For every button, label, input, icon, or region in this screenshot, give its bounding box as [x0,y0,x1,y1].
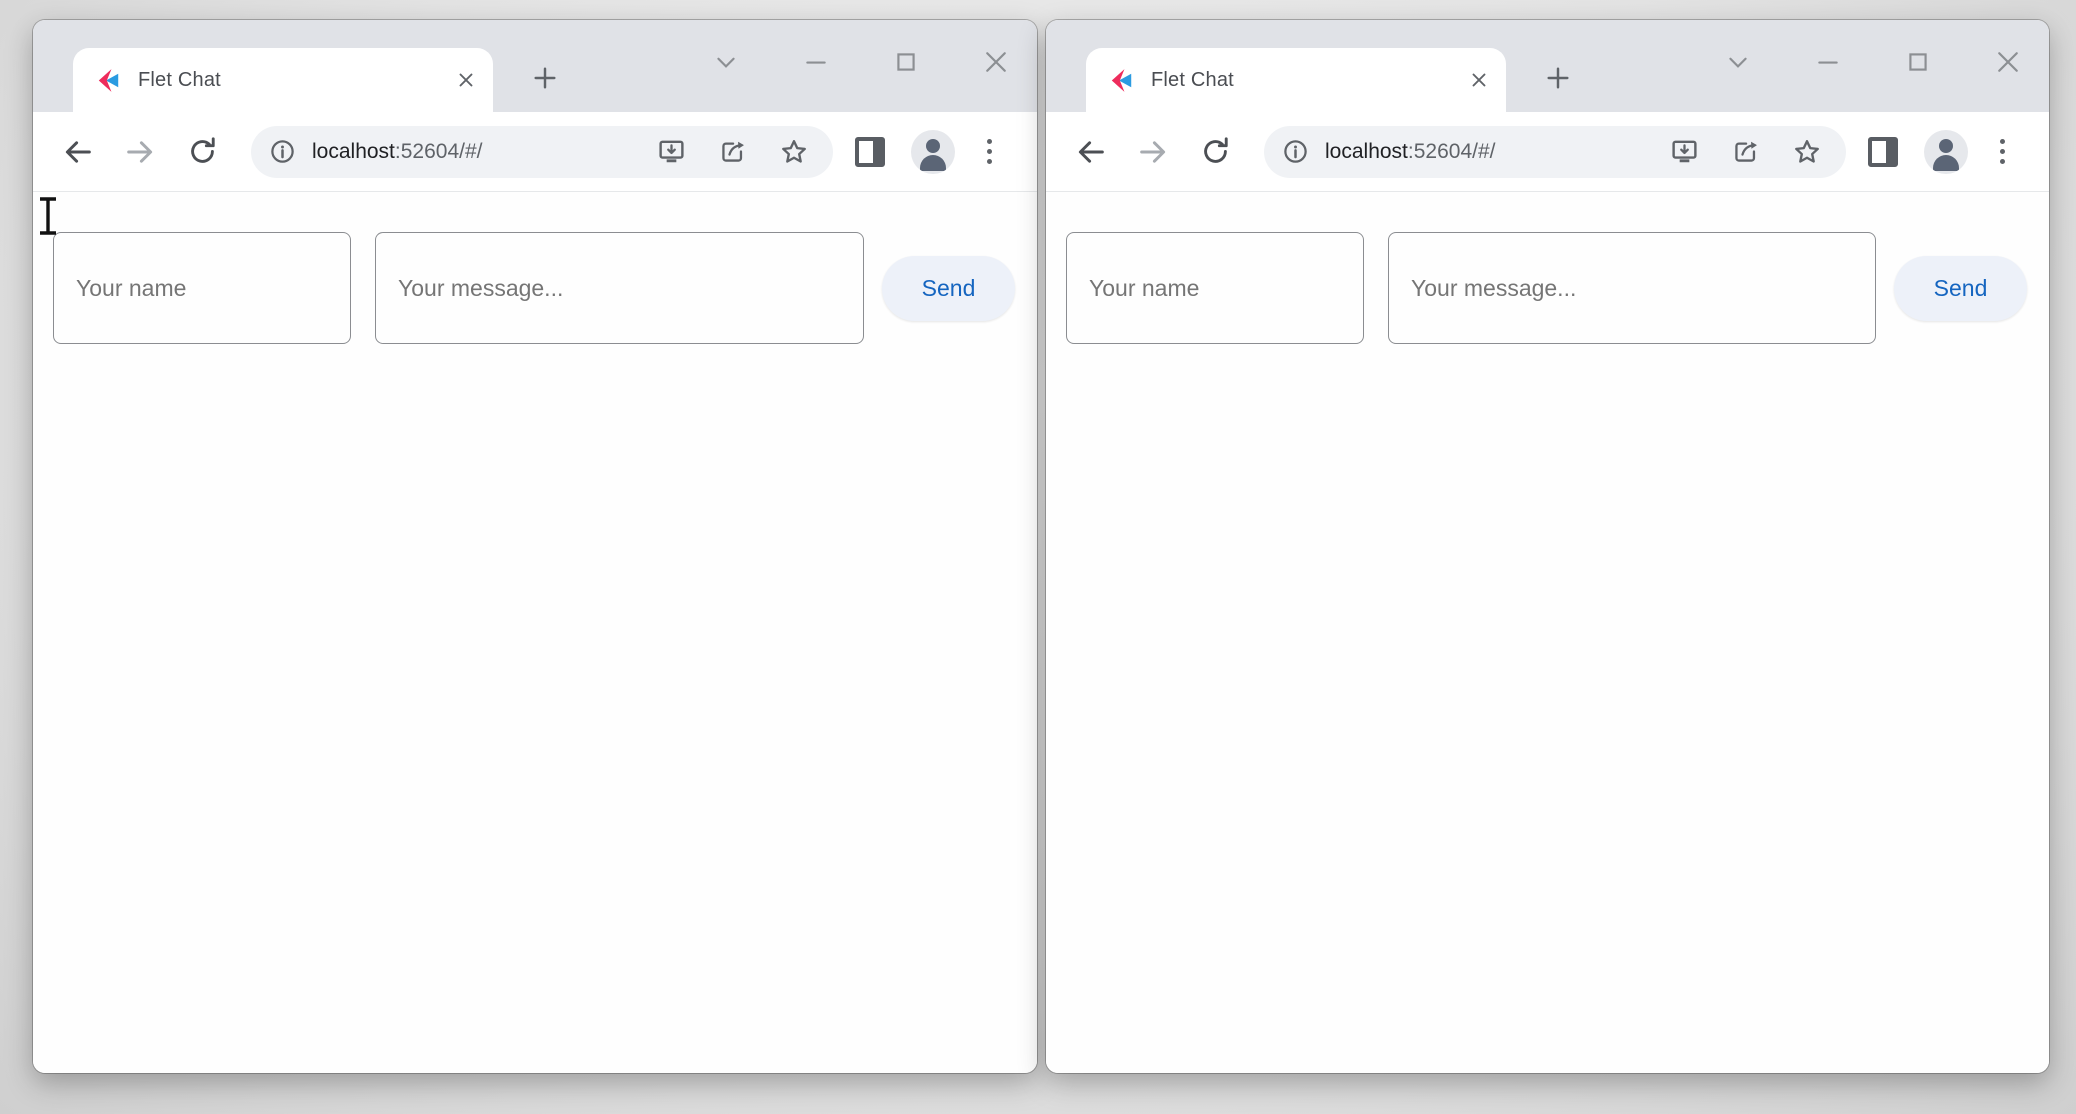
address-bar[interactable]: localhost:52604/#/ [251,126,833,178]
new-tab-icon[interactable] [525,58,565,98]
address-bar[interactable]: localhost:52604/#/ [1264,126,1846,178]
window-controls [1723,34,2023,90]
forward-icon[interactable] [121,133,159,171]
name-input[interactable] [1066,232,1364,344]
send-button[interactable]: Send [882,256,1015,321]
name-input[interactable] [53,232,351,344]
tab-title: Flet Chat [1151,69,1468,92]
tab-strip: Flet Chat [33,20,1037,112]
message-input[interactable] [375,232,864,344]
window-controls [711,34,1011,90]
flet-favicon-icon [95,67,122,94]
menu-kebab-icon[interactable] [1994,133,2011,170]
omnibox-actions [657,137,809,167]
minimize-icon[interactable] [1813,47,1843,77]
chat-form: Send [1046,192,2049,344]
tab-search-chevron-icon[interactable] [711,47,741,77]
side-panel-icon[interactable] [1868,137,1898,167]
url-host: localhost [312,140,395,163]
desktop: Flet Chat [0,0,2076,1114]
url-path: :52604/#/ [395,140,483,163]
url-text[interactable]: localhost:52604/#/ [312,140,482,164]
bookmark-star-icon[interactable] [1792,137,1822,167]
bookmark-star-icon[interactable] [779,137,809,167]
browser-window-right: Flet Chat [1046,20,2049,1073]
browser-toolbar: localhost:52604/#/ [1046,112,2049,192]
url-text[interactable]: localhost:52604/#/ [1325,140,1495,164]
tab-title: Flet Chat [138,69,455,92]
window-close-icon[interactable] [1993,47,2023,77]
flet-favicon-icon [1108,67,1135,94]
share-icon[interactable] [718,137,747,166]
tab-close-icon[interactable] [455,69,477,91]
omnibox-actions [1670,137,1822,167]
browser-window-left: Flet Chat [33,20,1037,1073]
toolbar-actions [855,130,998,174]
site-info-icon[interactable] [1282,138,1309,165]
tab-search-chevron-icon[interactable] [1723,47,1753,77]
forward-icon[interactable] [1134,133,1172,171]
chat-form: Send [33,192,1037,344]
maximize-icon[interactable] [891,47,921,77]
new-tab-icon[interactable] [1538,58,1578,98]
browser-tab[interactable]: Flet Chat [73,48,493,112]
minimize-icon[interactable] [801,47,831,77]
maximize-icon[interactable] [1903,47,1933,77]
tab-strip: Flet Chat [1046,20,2049,112]
text-cursor-ibeam [35,196,61,236]
browser-toolbar: localhost:52604/#/ [33,112,1037,192]
profile-avatar[interactable] [911,130,955,174]
browser-tab[interactable]: Flet Chat [1086,48,1506,112]
send-button[interactable]: Send [1894,256,2027,321]
reload-icon[interactable] [183,133,221,171]
toolbar-actions [1868,130,2011,174]
url-host: localhost [1325,140,1408,163]
site-info-icon[interactable] [269,138,296,165]
tab-close-icon[interactable] [1468,69,1490,91]
profile-avatar[interactable] [1924,130,1968,174]
url-path: :52604/#/ [1408,140,1496,163]
window-close-icon[interactable] [981,47,1011,77]
page-content: Send [1046,192,2049,1073]
side-panel-icon[interactable] [855,137,885,167]
reload-icon[interactable] [1196,133,1234,171]
message-input[interactable] [1388,232,1876,344]
back-icon[interactable] [59,133,97,171]
page-content: Send [33,192,1037,1073]
back-icon[interactable] [1072,133,1110,171]
share-icon[interactable] [1731,137,1760,166]
menu-kebab-icon[interactable] [981,133,998,170]
install-app-icon[interactable] [1670,137,1699,166]
install-app-icon[interactable] [657,137,686,166]
